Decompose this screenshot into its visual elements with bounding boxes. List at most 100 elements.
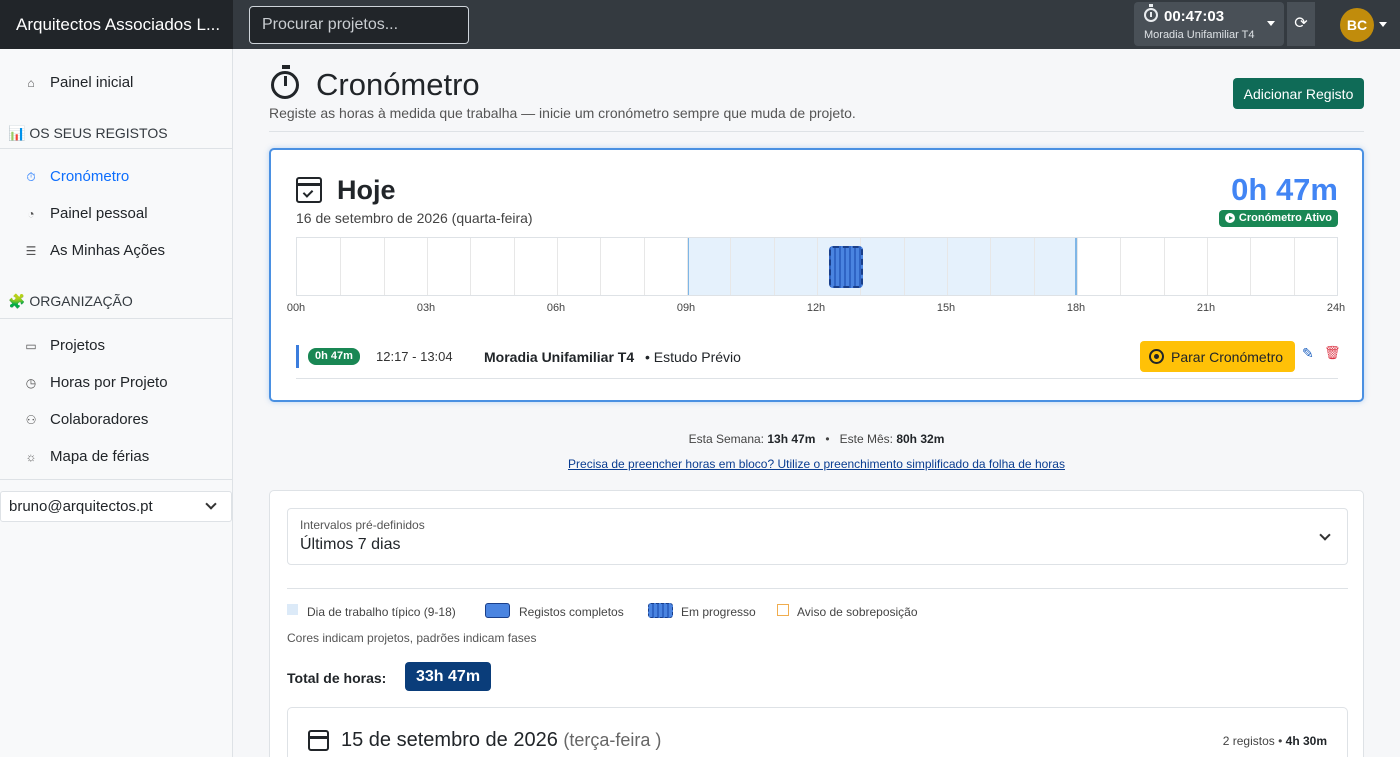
sidebar-item-projects[interactable]: ▭ Projetos [0,331,232,361]
workday-band [687,238,1077,295]
day-card: 15 de setembro de 2026 (terça-feira ) 2 … [287,707,1348,757]
refresh-icon[interactable]: ⟳ [1287,2,1315,46]
page-title: Cronómetro [316,67,480,102]
search-input[interactable] [249,6,469,44]
hour-gridline [600,238,602,295]
hour-gridline [903,238,905,295]
project-color-bar [296,345,299,368]
edit-pencil-icon[interactable]: ✎ [1302,345,1318,361]
sidebar-item-my-actions[interactable]: ☰ As Minhas Ações [0,236,232,266]
hour-gridline [990,238,992,295]
hour-gridline [1163,238,1165,295]
hour-gridline [470,238,472,295]
total-hours-value: 33h 47m [405,662,492,691]
sidebar-item-label: Mapa de férias [50,448,150,465]
sidebar-item-home[interactable]: ⌂ Painel inicial [0,68,232,98]
in-progress-entry-block[interactable] [829,246,864,288]
entry-time-range: 12:17 - 13:04 [376,349,453,364]
main-content: Cronómetro Registe as horas à medida que… [233,49,1400,757]
pie-chart-icon: ◔ [27,207,35,221]
divider [269,131,1364,132]
avatar[interactable]: BC [1340,8,1374,42]
hour-tick-label: 24h [1326,302,1346,314]
legend-note: Cores indicam projetos, padrões indicam … [287,631,537,645]
entry-duration-badge: 0h 47m [308,348,360,365]
chevron-down-icon [1319,529,1331,541]
day-info-separator: • [1278,734,1283,748]
delete-trash-icon[interactable]: 🗑 [1324,345,1341,361]
badge-label: Cronómetro Ativo [1238,212,1332,224]
divider [287,588,1348,589]
preset-range-value: Últimos 7 dias [300,536,401,553]
legend-complete: Registos completos [519,605,624,619]
sidebar: ⌂ Painel inicial 📊 OS SEUS REGISTOS ⏱ Cr… [0,49,233,757]
legend-workday-swatch [287,604,298,615]
calendar-check-icon [296,177,322,203]
active-timer-dropdown[interactable]: 00:47:03 Moradia Unifamiliar T4 [1134,2,1284,46]
hour-gridline [947,238,948,295]
hour-gridline [817,238,818,295]
stopwatch-icon [271,65,299,99]
sidebar-item-stopwatch[interactable]: ⏱ Cronómetro [0,162,232,192]
hour-gridline [1293,238,1295,295]
home-icon: ⌂ [27,76,35,90]
preset-range-select[interactable]: Intervalos pré-definidos Últimos 7 dias [287,508,1348,565]
hour-tick-label: 15h [936,302,956,314]
stopwatch-icon [1144,4,1158,22]
clock-icon: ◷ [25,376,37,390]
hour-gridline [1033,238,1035,295]
day-timeline[interactable] [296,237,1338,296]
brand-name[interactable]: Arquitectos Associados L... [0,0,233,49]
hour-tick-label: 12h [806,302,826,314]
today-title: Hoje [337,175,396,205]
hour-tick-label: 06h [546,302,566,314]
week-value: 13h 47m [767,432,816,446]
sidebar-item-label: Horas por Projeto [50,374,168,391]
sidebar-item-label: Colaboradores [50,411,149,428]
sidebar-item-collaborators[interactable]: ⚇ Colaboradores [0,405,232,435]
legend-complete-swatch [485,603,510,618]
hour-gridline [1250,238,1252,295]
day-weekday: (terça-feira ) [563,730,662,750]
week-label: Esta Semana: [688,432,765,446]
entry-project[interactable]: Moradia Unifamiliar T4 [484,349,634,365]
timer-entry-row[interactable]: 0h 47m 12:17 - 13:04 Moradia Unifamiliar… [296,341,1341,379]
sidebar-item-label: As Minhas Ações [50,242,166,259]
user-select[interactable]: bruno@arquitectos.pt [0,491,232,522]
total-hours-label: Total de horas: [287,670,387,686]
sidebar-item-hours-by-project[interactable]: ◷ Horas por Projeto [0,368,232,398]
summary-separator: • [825,432,830,446]
today-total: 0h 47m [1231,172,1338,207]
hour-gridline [1207,238,1208,295]
divider [0,479,232,480]
sidebar-item-label: Projetos [50,337,106,354]
hour-gridline [643,238,645,295]
bulk-timesheet-link[interactable]: Precisa de preencher horas em bloco? Uti… [233,457,1400,471]
hour-gridline [383,238,385,295]
sidebar-item-label: Cronómetro [50,168,130,185]
sidebar-item-personal-dashboard[interactable]: ◔ Painel pessoal [0,199,232,229]
bulk-timesheet-link-text[interactable]: Precisa de preencher horas em bloco? Uti… [568,457,1065,471]
history-panel: Intervalos pré-definidos Últimos 7 dias … [269,490,1364,757]
stop-circle-icon [1149,349,1164,364]
divider [0,148,232,149]
user-menu-caret-icon[interactable] [1379,22,1387,27]
stop-timer-button[interactable]: Parar Cronómetro [1140,341,1295,372]
sidebar-item-label: Painel inicial [50,74,134,91]
hour-tick-label: 09h [676,302,696,314]
hour-tick-label: 00h [286,302,306,314]
caret-down-icon [1267,21,1275,26]
sidebar-item-vacation-map[interactable]: ☼ Mapa de férias [0,442,232,472]
divider [0,318,232,319]
hour-gridline [513,238,515,295]
hour-tick-label: 03h [416,302,436,314]
add-record-button[interactable]: Adicionar Registo [1233,78,1364,109]
stopwatch-icon: ⏱ [26,170,36,184]
legend-in-progress-swatch [648,603,673,618]
hour-gridline [687,238,688,295]
sidebar-item-label: Painel pessoal [50,205,148,222]
legend-overlap-swatch [777,604,789,616]
stop-timer-label: Parar Cronómetro [1171,348,1284,365]
folder-icon: ▭ [25,339,37,353]
hour-gridline [1120,238,1122,295]
